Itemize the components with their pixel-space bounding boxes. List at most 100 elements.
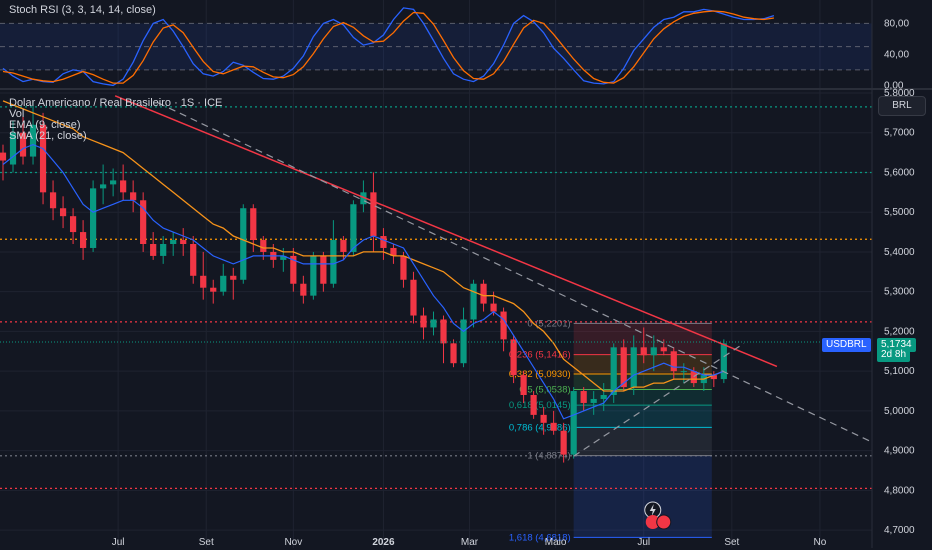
candle-body — [690, 371, 697, 384]
time-axis-tick: Jul — [637, 537, 650, 548]
candle-body — [670, 351, 677, 372]
time-axis-tick: Jul — [112, 537, 125, 548]
candle-body — [300, 283, 307, 296]
candle-body — [410, 279, 417, 316]
candle-body — [530, 395, 537, 415]
background — [0, 0, 932, 550]
candle-body — [69, 216, 77, 233]
fib-zone — [573, 427, 712, 456]
chart-canvas[interactable]: 80,0040,000,000 (5,2201)0,236 (5,1416)0,… — [0, 0, 932, 550]
candle-body — [90, 188, 97, 248]
candle — [450, 339, 457, 368]
candle-body — [330, 240, 337, 284]
candle-body — [630, 347, 637, 388]
candle-body — [320, 255, 327, 284]
price-axis-tick: 5,3000 — [884, 287, 915, 298]
fib-level-label: 0,382 (5,0930) — [509, 369, 571, 380]
candle-body — [660, 347, 667, 352]
candle — [310, 251, 317, 300]
candle-body — [520, 375, 527, 396]
candle-body — [540, 414, 547, 423]
price-axis-tick: 4,9000 — [884, 446, 915, 457]
candle-body — [0, 152, 7, 161]
candle-body — [180, 240, 187, 244]
price-axis-tick: 5,2000 — [884, 326, 915, 337]
candle-body — [560, 430, 567, 455]
symbol-title[interactable]: Dolar Americano / Real Brasileiro · 1S ·… — [9, 97, 222, 109]
candle-body — [230, 275, 237, 280]
candle-body — [380, 236, 387, 248]
symbol-badge: USDBRL — [822, 338, 871, 352]
candle-body — [250, 208, 257, 241]
candle-body — [440, 319, 447, 344]
candle-body — [490, 303, 497, 312]
countdown-badge: 2d 8h — [877, 348, 911, 362]
candle-body — [550, 422, 557, 431]
stoch-y-tick: 40,00 — [884, 49, 909, 60]
time-axis-tick: Nov — [284, 537, 302, 548]
candle-body — [370, 192, 377, 237]
candle-body — [240, 208, 247, 280]
fib-zone — [573, 455, 712, 538]
candle-body — [420, 315, 427, 328]
candle-body — [460, 319, 467, 364]
candle-body — [190, 243, 197, 276]
candle-body — [170, 240, 177, 244]
candle — [570, 387, 577, 459]
candle-body — [650, 347, 657, 356]
price-axis-background — [872, 91, 932, 548]
currency-button[interactable]: BRL — [878, 96, 926, 116]
candle-body — [350, 204, 357, 252]
candle-body — [450, 343, 457, 364]
candle-body — [110, 180, 117, 185]
price-axis-tick: 4,7000 — [884, 525, 915, 536]
candle-body — [400, 255, 407, 280]
candle-body — [580, 391, 587, 403]
time-axis-tick: Maio — [545, 537, 567, 548]
price-axis-tick: 4,8000 — [884, 485, 915, 496]
candle-body — [340, 240, 347, 252]
time-axis-tick: No — [814, 537, 827, 548]
candle — [140, 192, 147, 252]
price-axis-tick: 5,1000 — [884, 366, 915, 377]
candle-body — [680, 371, 687, 373]
candle-body — [590, 398, 597, 403]
candle-body — [150, 243, 157, 256]
candle-body — [100, 184, 107, 189]
stoch-rsi-title: Stoch RSI (3, 3, 14, 14, close) — [9, 4, 156, 16]
candle-body — [200, 275, 207, 288]
candle-body — [430, 319, 437, 328]
candle — [90, 180, 97, 252]
candle-body — [220, 275, 227, 292]
candle-body — [49, 192, 57, 209]
candle-body — [640, 347, 647, 356]
price-axis-tick: 5,7000 — [884, 128, 915, 139]
candle-body — [59, 208, 67, 217]
candle-body — [210, 287, 217, 292]
price-axis-tick: 5,4000 — [884, 247, 915, 258]
time-axis-tick: Mar — [461, 537, 479, 548]
candle — [530, 391, 537, 419]
candle-body — [720, 343, 727, 380]
candle-body — [480, 283, 487, 304]
candle-body — [160, 243, 167, 256]
fib-zone — [573, 405, 712, 428]
candle-body — [79, 232, 87, 248]
candle-body — [130, 192, 137, 201]
candle-body — [310, 255, 317, 296]
price-axis-tick: 5,0000 — [884, 406, 915, 417]
candle-body — [600, 395, 607, 399]
candle-body — [260, 240, 267, 252]
stoch-y-tick: 80,00 — [884, 18, 909, 29]
price-axis-tick: 5,5000 — [884, 207, 915, 218]
event-icon — [656, 514, 672, 530]
candle — [240, 204, 247, 284]
candle-body — [120, 180, 127, 193]
candle-body — [470, 283, 477, 320]
price-axis-tick: 5,6000 — [884, 167, 915, 178]
time-axis-tick: Set — [724, 537, 739, 548]
indicator-sma[interactable]: SMA (21, close) — [9, 130, 87, 142]
fib-level-label: 0,618 (5,0145) — [509, 400, 571, 411]
candle-body — [610, 347, 617, 396]
candle-body — [500, 311, 507, 340]
